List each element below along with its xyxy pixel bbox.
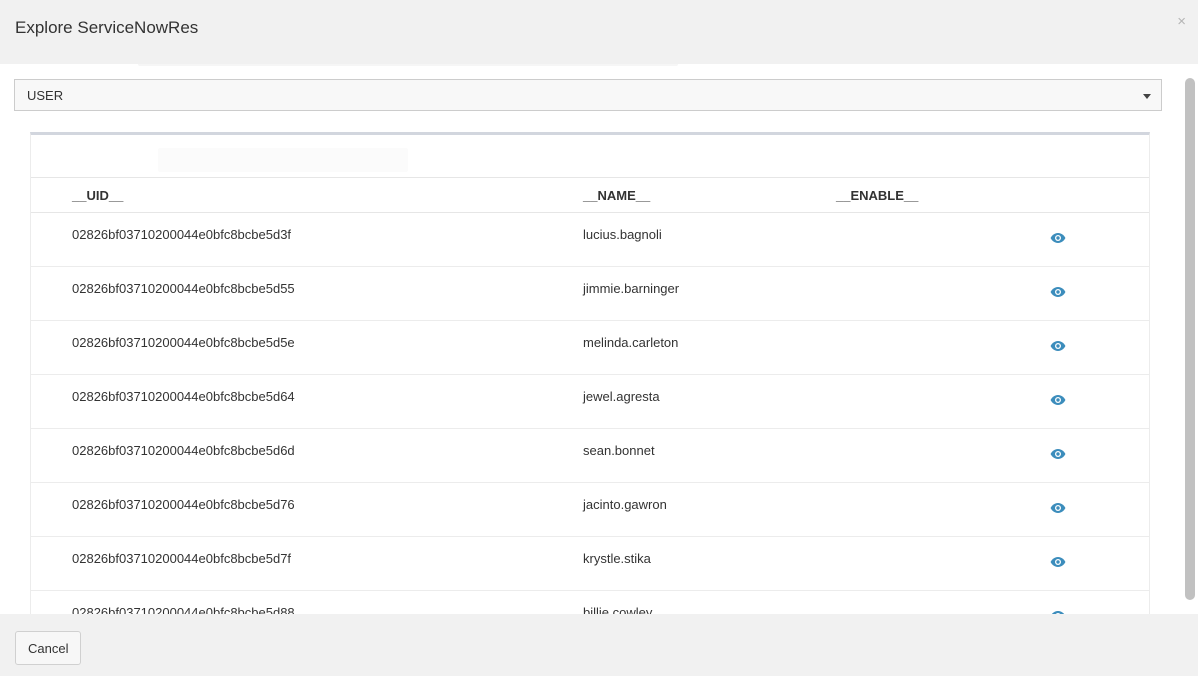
cell-name: krystle.stika — [583, 551, 651, 566]
table-row[interactable]: 02826bf03710200044e0bfc8bcbe5d76 jacinto.… — [31, 483, 1149, 537]
table-row[interactable]: 02826bf03710200044e0bfc8bcbe5d5e melinda.… — [31, 321, 1149, 375]
table-row[interactable]: 02826bf03710200044e0bfc8bcbe5d55 jimmie.b… — [31, 267, 1149, 321]
cell-name: jacinto.gawron — [583, 497, 667, 512]
column-header-enable[interactable]: __ENABLE__ — [836, 188, 918, 203]
table-header: __UID__ __NAME__ __ENABLE__ — [31, 177, 1149, 213]
cell-name: sean.bonnet — [583, 443, 655, 458]
table-row[interactable]: 02826bf03710200044e0bfc8bcbe5d88 billie.c… — [31, 591, 1149, 614]
column-header-uid[interactable]: __UID__ — [72, 188, 123, 203]
cell-uid: 02826bf03710200044e0bfc8bcbe5d76 — [72, 497, 295, 512]
dialog-body: USER __UID__ __NAME__ __ENABLE__ 02826bf… — [0, 64, 1198, 614]
dialog-header: Explore ServiceNowRes × — [0, 0, 1198, 64]
eye-icon[interactable] — [1050, 340, 1066, 352]
eye-icon[interactable] — [1050, 502, 1066, 514]
cell-name: billie.cowley — [583, 605, 653, 614]
cell-uid: 02826bf03710200044e0bfc8bcbe5d7f — [72, 551, 292, 566]
eye-icon[interactable] — [1050, 232, 1066, 244]
table-row[interactable]: 02826bf03710200044e0bfc8bcbe5d64 jewel.ag… — [31, 375, 1149, 429]
table-row[interactable]: 02826bf03710200044e0bfc8bcbe5d6d sean.bon… — [31, 429, 1149, 483]
cell-name: melinda.carleton — [583, 335, 679, 350]
eye-icon[interactable] — [1050, 286, 1066, 298]
table-row[interactable]: 02826bf03710200044e0bfc8bcbe5d3f lucius.b… — [31, 213, 1149, 267]
scrollbar[interactable] — [1185, 78, 1195, 600]
object-class-select[interactable]: USER — [14, 79, 1162, 111]
cell-uid: 02826bf03710200044e0bfc8bcbe5d3f — [72, 227, 292, 242]
dialog-footer: Cancel — [0, 614, 1198, 676]
cell-uid: 02826bf03710200044e0bfc8bcbe5d55 — [72, 281, 295, 296]
object-class-select-value: USER — [27, 88, 64, 103]
background-search-bar — [138, 64, 678, 66]
close-icon[interactable]: × — [1177, 14, 1186, 29]
table-row[interactable]: 02826bf03710200044e0bfc8bcbe5d7f krystle.… — [31, 537, 1149, 591]
cell-uid: 02826bf03710200044e0bfc8bcbe5d88 — [72, 605, 295, 614]
eye-icon[interactable] — [1050, 394, 1066, 406]
eye-icon[interactable] — [1050, 448, 1066, 460]
column-header-name[interactable]: __NAME__ — [583, 188, 650, 203]
cell-name: jewel.agresta — [583, 389, 660, 404]
cell-uid: 02826bf03710200044e0bfc8bcbe5d5e — [72, 335, 295, 350]
cell-uid: 02826bf03710200044e0bfc8bcbe5d6d — [72, 443, 295, 458]
cell-uid: 02826bf03710200044e0bfc8bcbe5d64 — [72, 389, 295, 404]
chevron-down-icon — [1143, 94, 1151, 99]
dialog-title: Explore ServiceNowRes — [15, 18, 199, 37]
results-table: __UID__ __NAME__ __ENABLE__ 02826bf03710… — [30, 132, 1150, 614]
cancel-button[interactable]: Cancel — [15, 631, 82, 665]
cell-name: lucius.bagnoli — [583, 227, 662, 242]
cell-name: jimmie.barninger — [583, 281, 680, 296]
eye-icon[interactable] — [1050, 556, 1066, 568]
